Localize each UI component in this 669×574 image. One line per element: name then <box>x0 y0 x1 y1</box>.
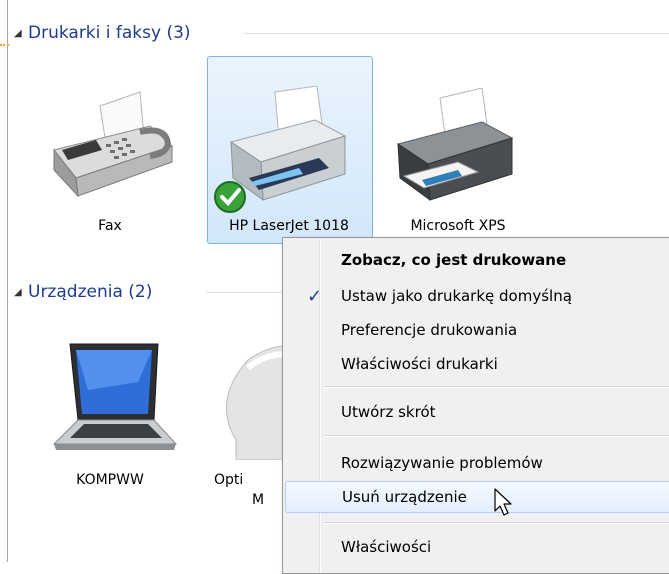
focus-dotted-line <box>0 44 9 46</box>
menu-item-set-default-printer[interactable]: ✓ Ustaw jako drukarkę domyślną <box>285 281 669 311</box>
mouse-cursor-icon <box>494 488 512 516</box>
menu-item-create-shortcut[interactable]: Utwórz skrót <box>285 397 669 427</box>
group-divider <box>243 33 669 34</box>
menu-item-troubleshoot[interactable]: Rozwiązywanie problemów <box>285 448 669 478</box>
check-icon: ✓ <box>307 285 323 307</box>
device-label: Fax <box>98 218 122 234</box>
fax-icon <box>53 91 173 198</box>
menu-item-printing-preferences[interactable]: Preferencje drukowania <box>285 315 669 345</box>
check-badge-icon <box>214 181 246 213</box>
group-header-printers[interactable]: ◢ Drukarki i faksy (3) <box>14 21 191 45</box>
device-label: HP LaserJet 1018 <box>229 218 349 234</box>
laptop-icon <box>52 343 178 450</box>
device-label: Microsoft XPS <box>410 218 506 234</box>
menu-item-printer-properties[interactable]: Właściwości drukarki <box>285 349 669 379</box>
printer-icon <box>396 88 514 202</box>
menu-item-remove-device[interactable]: Usuń urządzenie <box>285 481 669 513</box>
group-title-printers: Drukarki i faksy (3) <box>28 23 191 43</box>
menu-separator <box>323 386 669 388</box>
group-title-devices: Urządzenia (2) <box>28 282 153 302</box>
device-label: M <box>252 492 265 508</box>
pane-left-border <box>7 0 8 562</box>
context-menu: Zobacz, co jest drukowane ✓ Ustaw jako d… <box>282 237 669 574</box>
menu-item-see-whats-printing[interactable]: Zobacz, co jest drukowane <box>285 245 669 275</box>
menu-separator <box>323 435 669 437</box>
group-header-devices[interactable]: ◢ Urządzenia (2) <box>14 280 152 304</box>
menu-item-properties[interactable]: Właściwości <box>285 532 669 562</box>
mouse-icon <box>225 345 282 460</box>
collapse-triangle-icon[interactable]: ◢ <box>14 28 28 39</box>
device-label: KOMPWW <box>76 472 144 488</box>
menu-separator <box>323 522 669 524</box>
device-label: Opti <box>214 472 244 488</box>
group-divider <box>206 292 282 293</box>
device-optical-mouse[interactable]: Opti M <box>206 340 282 520</box>
collapse-triangle-icon[interactable]: ◢ <box>14 287 28 298</box>
